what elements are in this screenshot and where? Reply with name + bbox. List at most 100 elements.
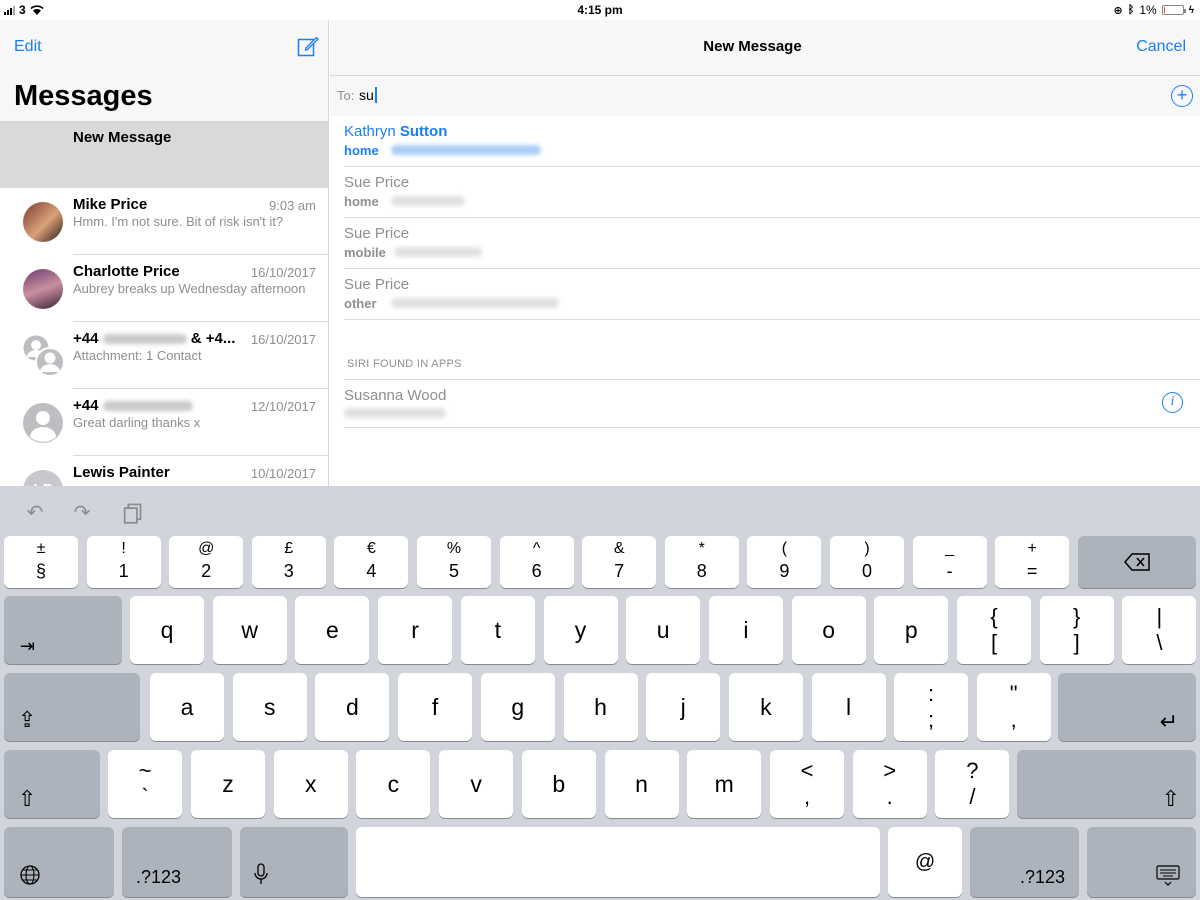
number-key[interactable]: + = <box>995 536 1070 588</box>
number-key[interactable]: ± § <box>4 536 78 588</box>
number-key[interactable]: * 8 <box>664 536 739 588</box>
letter-key[interactable]: k <box>728 673 803 741</box>
letter-key[interactable]: s <box>232 673 307 741</box>
globe-key[interactable] <box>4 827 114 897</box>
backspace-icon <box>1124 553 1150 571</box>
key-shift-label: ± <box>36 540 46 557</box>
number-key[interactable]: % 5 <box>417 536 491 588</box>
symbol-key[interactable]: :; <box>894 673 968 741</box>
numbers-key-right[interactable]: .?123 <box>970 827 1079 897</box>
key-shift-label: _ <box>945 540 955 557</box>
letter-key[interactable]: p <box>874 596 949 664</box>
letter-key[interactable]: j <box>646 673 721 741</box>
suggestion-row[interactable]: Sue Price other <box>344 269 1200 320</box>
suggestion-row[interactable]: Sue Price home <box>344 167 1200 218</box>
shift-key-right[interactable]: ⇧ <box>1017 750 1196 818</box>
delete-key[interactable] <box>1078 536 1196 588</box>
number-key[interactable]: ^ 6 <box>499 536 574 588</box>
symbol-key[interactable]: >. <box>852 750 927 818</box>
bluetooth-icon: ᛒ <box>1127 4 1135 16</box>
letter-key[interactable]: r <box>378 596 453 664</box>
suggestion-name: Sue Price <box>344 276 410 293</box>
conversation-name: +44 <box>73 397 193 414</box>
symbol-key[interactable]: }] <box>1039 596 1114 664</box>
letter-key[interactable]: c <box>356 750 431 818</box>
symbol-key[interactable]: <, <box>770 750 844 818</box>
space-key[interactable] <box>356 827 880 897</box>
info-icon[interactable]: i <box>1162 392 1183 413</box>
letter-key[interactable]: w <box>212 596 287 664</box>
to-label: To: <box>337 88 355 103</box>
letter-key[interactable]: n <box>604 750 679 818</box>
number-key[interactable]: ) 0 <box>830 536 904 588</box>
conversation-row[interactable]: Mike Price 9:03 am Hmm. I'm not sure. Bi… <box>0 188 328 255</box>
return-key[interactable]: ↵ <box>1058 673 1196 741</box>
letter-key[interactable]: y <box>543 596 618 664</box>
cancel-button[interactable]: Cancel <box>1136 38 1186 56</box>
letter-key[interactable]: f <box>398 673 473 741</box>
undo-icon[interactable]: ↶ <box>23 500 47 524</box>
shift-key-left[interactable]: ⇧ <box>4 750 100 818</box>
suggestion-row[interactable]: Kathryn Sutton home <box>344 116 1200 167</box>
letter-key[interactable]: m <box>687 750 762 818</box>
redo-icon[interactable]: ↷ <box>70 500 94 524</box>
tab-icon: ⇥ <box>20 636 36 656</box>
number-key[interactable]: & 7 <box>582 536 657 588</box>
recipient-field[interactable]: To: su + <box>330 76 1200 116</box>
letter-key[interactable]: x <box>273 750 348 818</box>
paste-icon[interactable] <box>120 502 144 524</box>
add-contact-icon[interactable]: + <box>1171 85 1193 107</box>
letter-key[interactable]: e <box>295 596 370 664</box>
siri-suggestion-row[interactable]: Susanna Wood i <box>344 379 1200 428</box>
letter-key[interactable]: t <box>460 596 535 664</box>
at-key[interactable]: @ <box>888 827 962 897</box>
conversation-row[interactable]: LP Lewis Painter 10/10/2017 <box>0 456 328 486</box>
conversation-row[interactable]: +44 & +4... 16/10/2017 Attachment: 1 Con… <box>0 322 328 389</box>
number-key[interactable]: £3 <box>251 536 326 588</box>
microphone-icon <box>254 863 268 884</box>
compose-icon[interactable] <box>297 35 319 57</box>
letter-key[interactable]: z <box>191 750 265 818</box>
letter-key[interactable]: i <box>708 596 783 664</box>
avatar <box>23 269 63 309</box>
number-key[interactable]: _ - <box>912 536 987 588</box>
letter-key[interactable]: u <box>626 596 701 664</box>
symbol-key[interactable]: | \ <box>1122 596 1197 664</box>
suggestion-row[interactable]: Sue Price mobile <box>344 218 1200 269</box>
recipient-input[interactable]: su <box>359 87 377 103</box>
letter-key[interactable]: o <box>791 596 866 664</box>
letter-key[interactable]: a <box>150 673 224 741</box>
tab-key[interactable]: ⇥ <box>4 596 122 664</box>
new-message-row[interactable]: New Message <box>0 121 328 188</box>
hide-keyboard-key[interactable] <box>1087 827 1196 897</box>
key-shift-label: | <box>1156 604 1163 629</box>
dictation-key[interactable] <box>240 827 348 897</box>
key-shift-label: @ <box>198 540 215 557</box>
number-key[interactable]: ! 1 <box>86 536 161 588</box>
letter-key[interactable]: h <box>563 673 638 741</box>
symbol-key[interactable]: ", <box>976 673 1051 741</box>
conversation-preview: Aubrey breaks up Wednesday afternoon <box>73 281 306 296</box>
page-title: Messages <box>14 80 153 112</box>
edit-button[interactable]: Edit <box>14 38 42 56</box>
letter-key[interactable]: l <box>811 673 886 741</box>
caps-lock-key[interactable]: ⇪ <box>4 673 140 741</box>
letter-key[interactable]: v <box>439 750 514 818</box>
symbol-key[interactable]: ? / <box>935 750 1010 818</box>
key-label: ; <box>927 707 935 732</box>
key-label: , <box>803 784 811 809</box>
symbol-key[interactable]: ~ ` <box>108 750 182 818</box>
symbol-key[interactable]: {[ <box>957 596 1031 664</box>
number-key[interactable]: (9 <box>747 536 822 588</box>
conversation-row[interactable]: +44 12/10/2017 Great darling thanks x <box>0 389 328 456</box>
letter-key[interactable]: d <box>315 673 390 741</box>
key-label: 2 <box>201 561 212 581</box>
number-key[interactable]: @2 <box>169 536 244 588</box>
letter-key[interactable]: q <box>130 596 204 664</box>
letter-key[interactable]: g <box>480 673 555 741</box>
letter-key[interactable]: b <box>521 750 596 818</box>
number-key[interactable]: €4 <box>334 536 409 588</box>
conversation-row[interactable]: Charlotte Price 16/10/2017 Aubrey breaks… <box>0 255 328 322</box>
key-shift-label: + <box>1027 540 1037 557</box>
numbers-key-left[interactable]: .?123 <box>122 827 232 897</box>
